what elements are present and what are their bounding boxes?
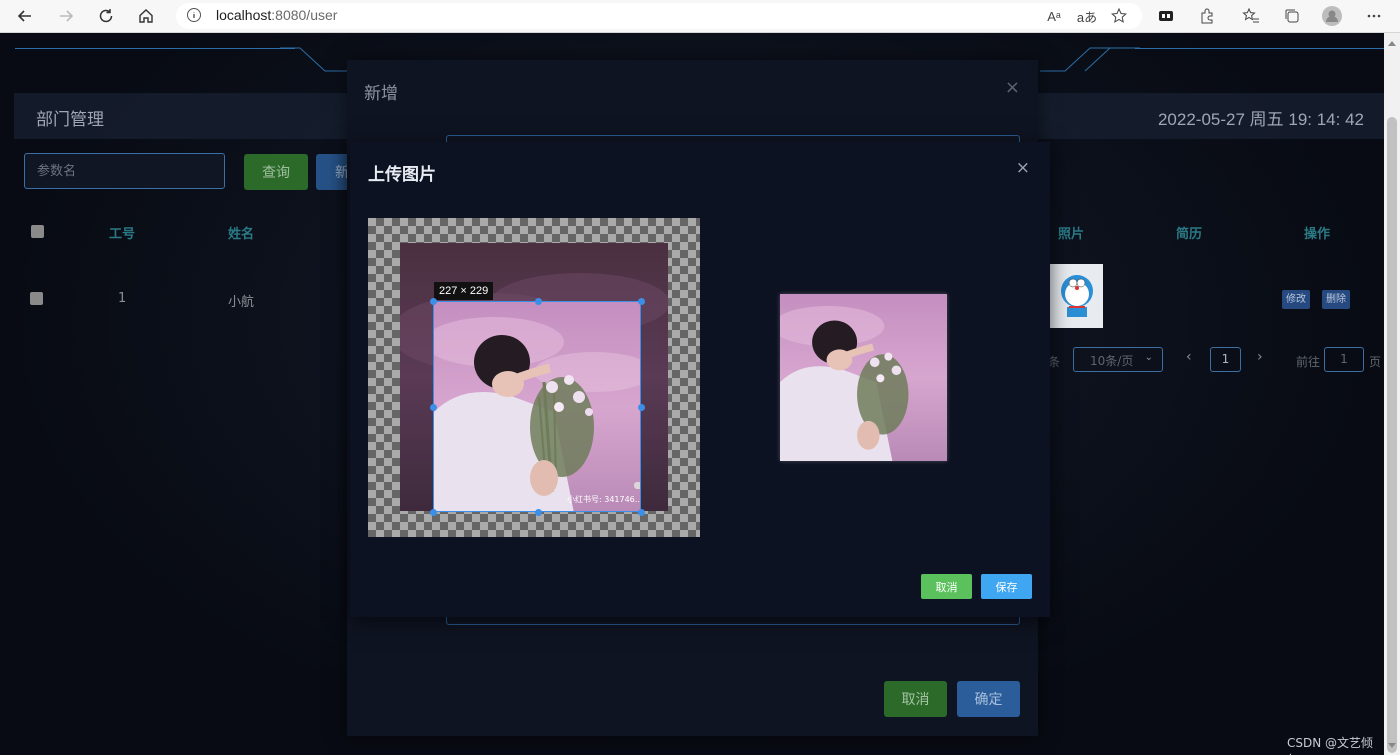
page-size-value: 10条/页: [1090, 354, 1134, 368]
doraemon-avatar-icon: [1060, 275, 1093, 317]
back-icon[interactable]: [12, 4, 38, 28]
crop-handle-s[interactable]: [535, 509, 542, 516]
crop-handle-e[interactable]: [638, 404, 645, 411]
site-info-icon[interactable]: [186, 7, 202, 27]
user-photo-thumbnail: [1050, 264, 1103, 328]
header-decoration: [1040, 47, 1140, 72]
prev-page-icon[interactable]: ‹: [1186, 349, 1192, 365]
search-input[interactable]: [24, 153, 225, 189]
goto-page-input[interactable]: 1: [1324, 347, 1364, 372]
header-decoration-line: [1135, 48, 1384, 49]
crop-preview: [780, 294, 947, 461]
close-icon[interactable]: ×: [1005, 77, 1020, 98]
home-icon[interactable]: [133, 4, 159, 28]
crop-handle-ne[interactable]: [638, 298, 645, 305]
translate-icon[interactable]: aあ: [1076, 5, 1098, 27]
column-header-id: 工号: [109, 227, 136, 242]
browser-toolbar: localhost:8080/user Aᵃ aあ: [0, 0, 1400, 33]
cell-id: 1: [118, 291, 127, 306]
column-header-resume: 简历: [1176, 227, 1203, 242]
column-header-photo: 照片: [1058, 227, 1085, 242]
page-title: 部门管理: [36, 110, 104, 130]
delete-button[interactable]: 删除: [1322, 290, 1350, 309]
crop-handle-w[interactable]: [430, 404, 437, 411]
csdn-watermark: CSDN @文艺倾年: [1287, 736, 1374, 755]
more-menu-icon[interactable]: [1363, 5, 1385, 27]
add-dialog-title: 新增: [364, 84, 398, 104]
add-dialog-confirm-button[interactable]: 确定: [957, 681, 1020, 717]
column-header-actions: 操作: [1304, 227, 1331, 242]
favorites-icon[interactable]: [1240, 5, 1262, 27]
read-aloud-icon[interactable]: Aᵃ: [1043, 5, 1065, 27]
row-checkbox[interactable]: [30, 292, 43, 305]
page-scrollbar[interactable]: [1384, 33, 1400, 755]
address-bar[interactable]: localhost:8080/user: [176, 3, 1142, 29]
goto-label: 前往: [1296, 355, 1321, 369]
image-cropper[interactable]: 小红书号: 341746… 227 × 229: [368, 218, 700, 537]
forward-icon[interactable]: [53, 4, 79, 28]
upload-save-button[interactable]: 保存: [981, 574, 1032, 599]
page-suffix: 页: [1369, 355, 1382, 369]
upload-cancel-button[interactable]: 取消: [921, 574, 972, 599]
image-watermark-text: 小红书号: 341746…: [567, 494, 641, 504]
header-decoration-line: [15, 48, 295, 49]
puzzle-icon[interactable]: [1196, 5, 1218, 27]
favorite-add-icon[interactable]: [1108, 5, 1130, 27]
select-all-checkbox[interactable]: [31, 225, 44, 238]
page-number-current[interactable]: 1: [1210, 347, 1241, 372]
crop-size-label: 227 × 229: [434, 282, 494, 300]
crop-handle-n[interactable]: [535, 298, 542, 305]
scroll-down-icon[interactable]: [1388, 743, 1396, 748]
header-decoration: [280, 47, 350, 72]
crop-selection[interactable]: 小红书号: 341746…: [433, 301, 641, 512]
crop-handle-sw[interactable]: [430, 509, 437, 516]
upload-image-dialog: 上传图片 × 小红书号: 341746… 227 × 229 取消 保存: [350, 142, 1050, 617]
query-button[interactable]: 查询: [244, 154, 308, 190]
scrollbar-thumb[interactable]: [1387, 117, 1397, 753]
column-header-name: 姓名: [228, 227, 255, 242]
refresh-icon[interactable]: [93, 4, 119, 28]
upload-dialog-title: 上传图片: [368, 165, 436, 185]
clock-text: 2022-05-27 周五 19: 14: 42: [1157, 110, 1364, 129]
close-icon[interactable]: ×: [1016, 158, 1030, 178]
collections-icon[interactable]: [1281, 5, 1303, 27]
page-size-select[interactable]: 10条/页 ⌄: [1073, 347, 1163, 372]
chevron-down-icon: ⌄: [1144, 352, 1153, 363]
profile-avatar-icon[interactable]: [1321, 5, 1343, 27]
scroll-up-icon[interactable]: [1388, 41, 1396, 46]
crop-handle-se[interactable]: [638, 509, 645, 516]
add-dialog-cancel-button[interactable]: 取消: [884, 681, 947, 717]
url-text: localhost:8080/user: [216, 7, 338, 23]
edit-button[interactable]: 修改: [1282, 290, 1310, 309]
extension-icon[interactable]: [1155, 5, 1177, 27]
crop-handle-nw[interactable]: [430, 298, 437, 305]
cell-name: 小航: [228, 295, 255, 310]
next-page-icon[interactable]: ›: [1257, 349, 1263, 365]
